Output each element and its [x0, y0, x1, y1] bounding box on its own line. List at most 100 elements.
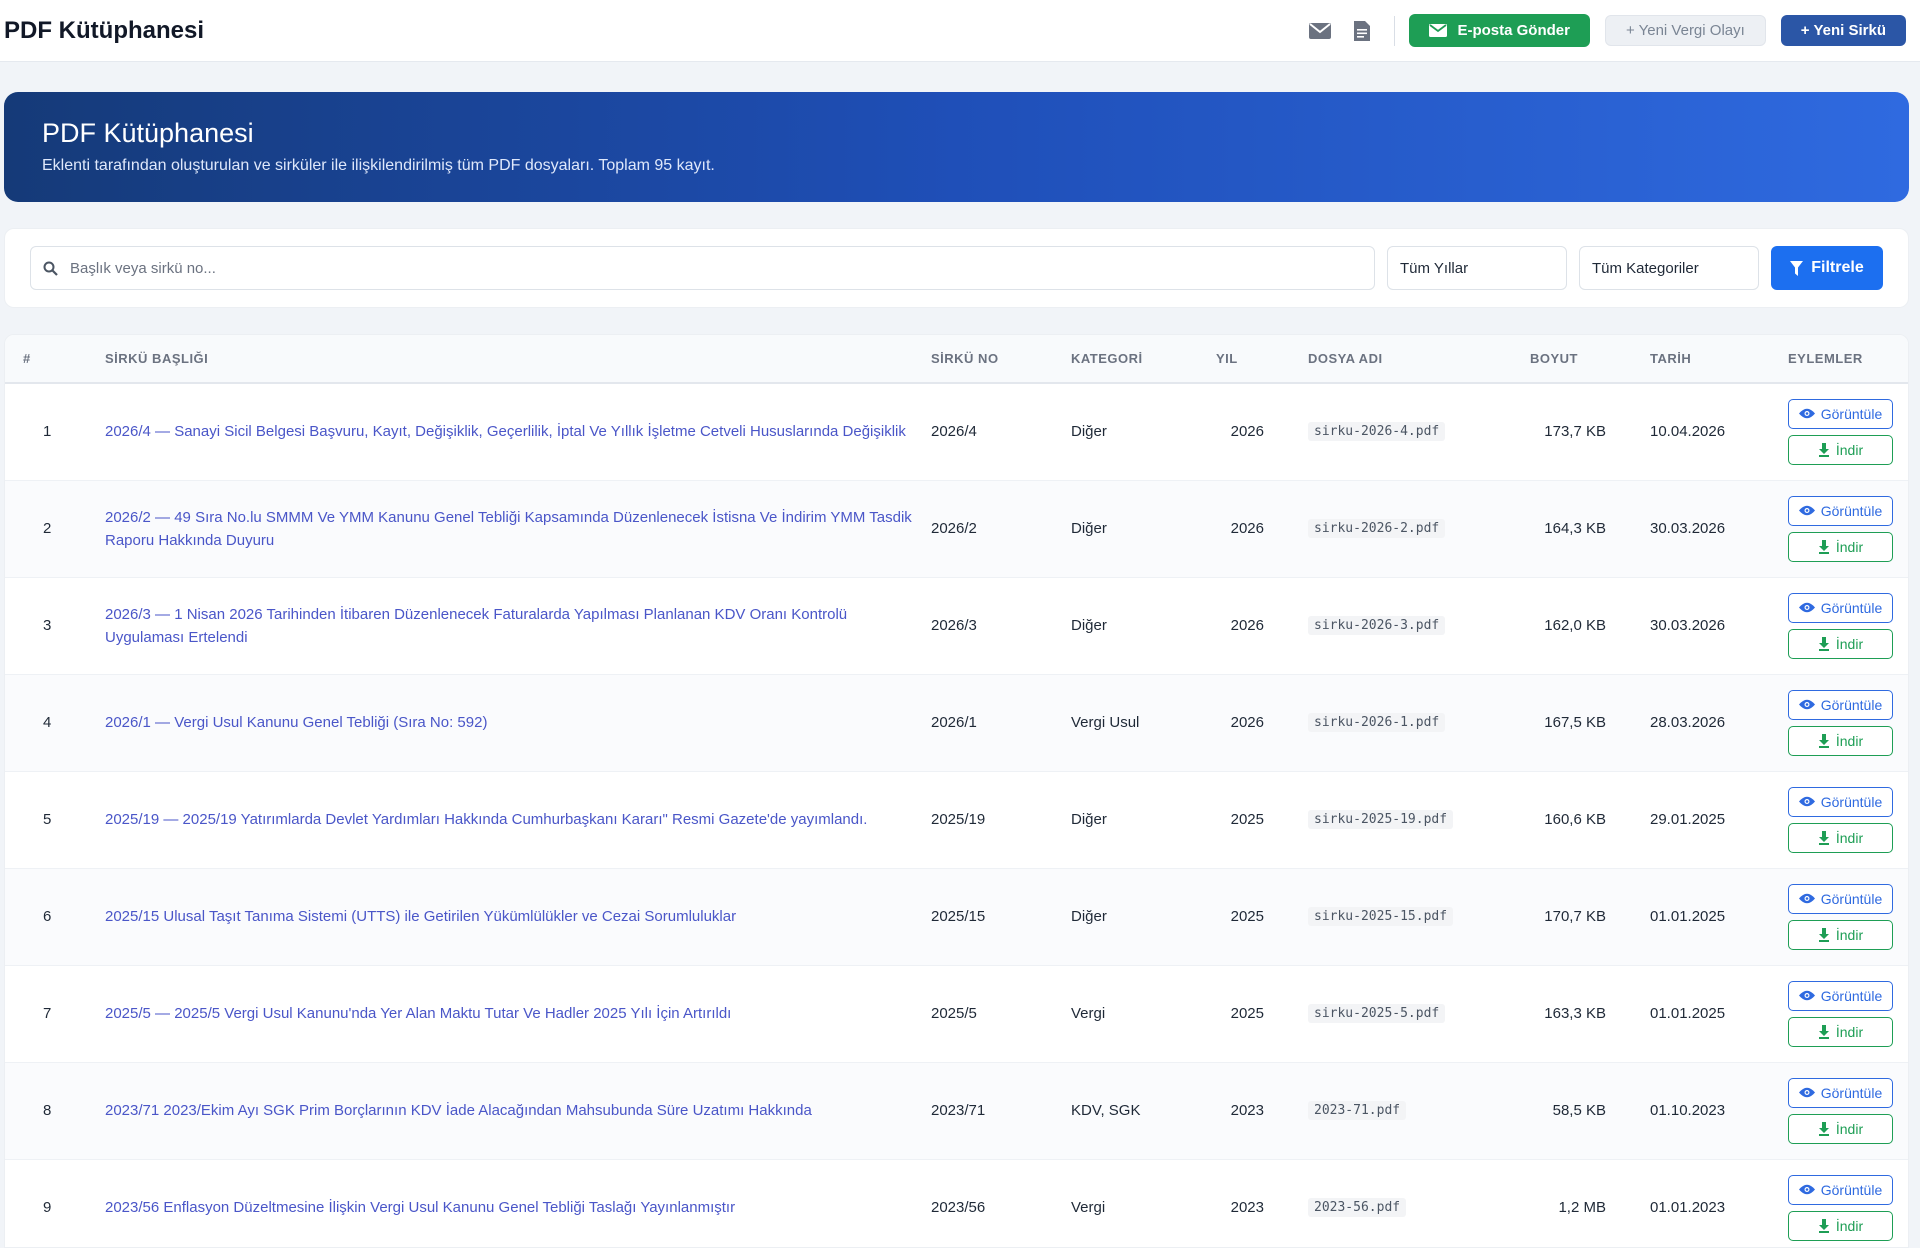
- hero-subtitle: Eklenti tarafından oluşturulan ve sirkül…: [42, 157, 715, 174]
- col-header-title: SİRKÜ BAŞLIĞI: [97, 335, 923, 384]
- download-icon: [1818, 927, 1829, 942]
- view-button[interactable]: Görüntüle: [1788, 980, 1893, 1011]
- circular-title-link[interactable]: 2023/71 2023/Ekim Ayı SGK Prim Borçların…: [105, 1102, 812, 1119]
- view-button[interactable]: Görüntüle: [1788, 689, 1893, 720]
- mail-icon: [1429, 24, 1448, 37]
- row-num: 6: [5, 868, 97, 966]
- year-select[interactable]: Tüm Yıllar: [1387, 246, 1567, 290]
- row-num: 9: [5, 1159, 97, 1247]
- date-cell: 01.01.2025: [1642, 965, 1780, 1063]
- row-num: 3: [5, 577, 97, 675]
- table-row: 5 2025/19 — 2025/19 Yatırımlarda Devlet …: [5, 771, 1908, 869]
- download-button[interactable]: İndir: [1788, 1210, 1893, 1241]
- circular-no: 2025/15: [923, 868, 1063, 966]
- download-button[interactable]: İndir: [1788, 919, 1893, 950]
- size-cell: 170,7 KB: [1522, 868, 1642, 966]
- circular-no: 2025/19: [923, 771, 1063, 869]
- row-actions: Görüntüle İndir: [1788, 592, 1902, 659]
- col-header-file: DOSYA ADI: [1300, 335, 1522, 384]
- toolbar-divider: [1394, 15, 1396, 46]
- year-cell: 2025: [1208, 771, 1300, 869]
- view-button[interactable]: Görüntüle: [1788, 786, 1893, 817]
- download-button[interactable]: İndir: [1788, 434, 1893, 465]
- table-row: 2 2026/2 — 49 Sıra No.lu SMMM Ve YMM Kan…: [5, 480, 1908, 578]
- circular-no: 2025/5: [923, 965, 1063, 1063]
- download-button[interactable]: İndir: [1788, 1113, 1893, 1144]
- file-name: 2023-71.pdf: [1308, 1101, 1407, 1120]
- table-row: 6 2025/15 Ulusal Taşıt Tanıma Sistemi (U…: [5, 868, 1908, 966]
- new-circular-button[interactable]: + Yeni Sirkü: [1780, 15, 1906, 46]
- circular-title-link[interactable]: 2026/2 — 49 Sıra No.lu SMMM Ve YMM Kanun…: [105, 509, 912, 549]
- search-input[interactable]: [70, 259, 1362, 277]
- circular-title-link[interactable]: 2026/3 — 1 Nisan 2026 Tarihinden İtibare…: [105, 606, 847, 646]
- year-cell: 2025: [1208, 965, 1300, 1063]
- send-email-button[interactable]: E-posta Gönder: [1409, 14, 1590, 47]
- date-cell: 28.03.2026: [1642, 674, 1780, 772]
- year-cell: 2023: [1208, 1062, 1300, 1160]
- send-email-label: E-posta Gönder: [1457, 22, 1570, 39]
- row-num: 8: [5, 1062, 97, 1160]
- circular-title-link[interactable]: 2026/1 — Vergi Usul Kanunu Genel Tebliği…: [105, 714, 487, 731]
- circular-title-link[interactable]: 2026/4 — Sanayi Sicil Belgesi Başvuru, K…: [105, 423, 906, 440]
- view-button[interactable]: Görüntüle: [1788, 592, 1893, 623]
- eye-icon: [1798, 409, 1815, 419]
- eye-icon: [1798, 1184, 1815, 1195]
- category-cell: Diğer: [1063, 771, 1208, 869]
- size-cell: 162,0 KB: [1522, 577, 1642, 675]
- date-cell: 01.01.2025: [1642, 868, 1780, 966]
- new-circular-label: + Yeni Sirkü: [1800, 22, 1886, 39]
- download-button[interactable]: İndir: [1788, 725, 1893, 756]
- view-button[interactable]: Görüntüle: [1788, 398, 1893, 429]
- download-button[interactable]: İndir: [1788, 822, 1893, 853]
- download-button[interactable]: İndir: [1788, 531, 1893, 562]
- row-actions: Görüntüle İndir: [1788, 398, 1902, 465]
- view-button-label: Görüntüle: [1820, 502, 1883, 519]
- new-tax-event-button[interactable]: + Yeni Vergi Olayı: [1604, 15, 1766, 46]
- eye-icon: [1798, 602, 1815, 613]
- document-icon[interactable]: [1344, 13, 1380, 49]
- row-actions: Görüntüle İndir: [1788, 980, 1902, 1047]
- search-field[interactable]: [30, 246, 1375, 290]
- col-header-category: KATEGORİ: [1063, 335, 1208, 384]
- size-cell: 58,5 KB: [1522, 1062, 1642, 1160]
- download-button-label: İndir: [1835, 829, 1864, 846]
- col-header-size: BOYUT: [1522, 335, 1642, 384]
- mail-icon[interactable]: [1302, 13, 1338, 49]
- circular-no: 2026/3: [923, 577, 1063, 675]
- category-select[interactable]: Tüm Kategoriler: [1579, 246, 1759, 290]
- eye-icon: [1798, 505, 1815, 516]
- view-button[interactable]: Görüntüle: [1788, 1077, 1893, 1108]
- download-button-label: İndir: [1835, 926, 1864, 943]
- circular-title-link[interactable]: 2025/15 Ulusal Taşıt Tanıma Sistemi (UTT…: [105, 908, 736, 925]
- download-button-label: İndir: [1835, 732, 1864, 749]
- view-button[interactable]: Görüntüle: [1788, 1174, 1893, 1205]
- download-icon: [1818, 830, 1829, 845]
- size-cell: 1,2 MB: [1522, 1159, 1642, 1247]
- download-icon: [1818, 1024, 1829, 1039]
- date-cell: 01.01.2023: [1642, 1159, 1780, 1247]
- circular-title-link[interactable]: 2025/19 — 2025/19 Yatırımlarda Devlet Ya…: [105, 811, 867, 828]
- view-button[interactable]: Görüntüle: [1788, 883, 1893, 914]
- table-row: 3 2026/3 — 1 Nisan 2026 Tarihinden İtiba…: [5, 577, 1908, 675]
- category-cell: Diğer: [1063, 383, 1208, 481]
- filter-button[interactable]: Filtrele: [1771, 246, 1883, 290]
- row-num: 1: [5, 383, 97, 481]
- circular-title-link[interactable]: 2025/5 — 2025/5 Vergi Usul Kanunu'nda Ye…: [105, 1005, 731, 1022]
- eye-icon: [1798, 796, 1815, 807]
- circular-title-link[interactable]: 2023/56 Enflasyon Düzeltmesine İlişkin V…: [105, 1199, 735, 1216]
- row-num: 2: [5, 480, 97, 578]
- view-button[interactable]: Görüntüle: [1788, 495, 1893, 526]
- file-name: sirku-2026-1.pdf: [1308, 713, 1446, 732]
- category-cell: KDV, SGK: [1063, 1062, 1208, 1160]
- download-button[interactable]: İndir: [1788, 628, 1893, 659]
- filter-icon: [1790, 260, 1804, 276]
- row-actions: Görüntüle İndir: [1788, 495, 1902, 562]
- date-cell: 01.10.2023: [1642, 1062, 1780, 1160]
- size-cell: 163,3 KB: [1522, 965, 1642, 1063]
- file-name: sirku-2025-15.pdf: [1308, 907, 1454, 926]
- category-cell: Vergi Usul: [1063, 674, 1208, 772]
- download-button[interactable]: İndir: [1788, 1016, 1893, 1047]
- circular-no: 2023/71: [923, 1062, 1063, 1160]
- size-cell: 173,7 KB: [1522, 383, 1642, 481]
- col-header-actions: EYLEMLER: [1780, 335, 1908, 384]
